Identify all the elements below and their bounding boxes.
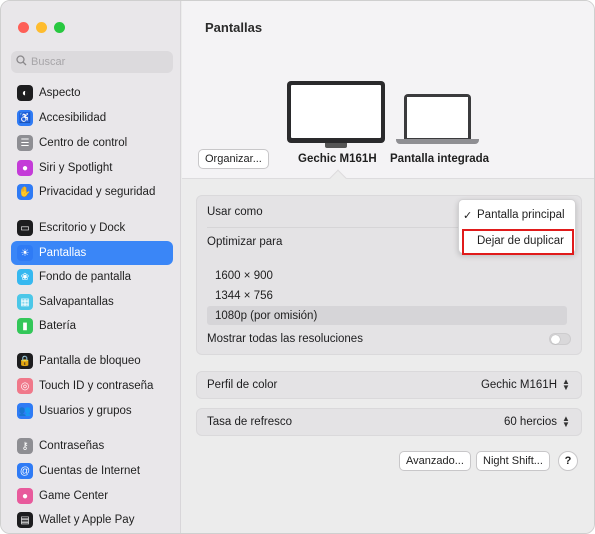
users-icon: 👥: [17, 403, 33, 419]
sidebar-item[interactable]: ♿ Accesibilidad: [11, 106, 173, 130]
optimize-for-label: Optimizar para: [207, 236, 283, 248]
sidebar-item[interactable]: ▤ Wallet y Apple Pay: [11, 508, 173, 532]
red-highlight-annotation: [462, 229, 574, 255]
laptop-display-thumbnail[interactable]: [404, 94, 471, 139]
sidebar-item[interactable]: 🔒 Pantalla de bloqueo: [11, 349, 173, 373]
refresh-rate-row: Tasa de refresco 60 hercios ▲ ▼: [207, 410, 571, 434]
show-all-resolutions-toggle[interactable]: [549, 333, 571, 345]
fingerprint-icon: ◎: [17, 378, 33, 394]
advanced-button[interactable]: Avanzado...: [399, 451, 471, 471]
sidebar-item[interactable]: ✋ Privacidad y seguridad: [11, 180, 173, 204]
settings-window: ◐ Aspecto ♿ Accesibilidad ☰ Centro de control…: [0, 0, 595, 534]
sidebar-item-label: Contraseñas: [39, 440, 105, 452]
night-shift-button[interactable]: Night Shift...: [476, 451, 550, 471]
menu-item-pantalla-principal[interactable]: ✓ Pantalla principal: [459, 204, 575, 226]
sidebar-item[interactable]: ▦ Salvapantallas: [11, 290, 173, 314]
sidebar-item-label: Centro de control: [39, 137, 128, 149]
sidebar-item[interactable]: ◎ Touch ID y contraseña: [11, 374, 173, 398]
displays-icon: ☀: [17, 245, 33, 261]
sidebar-item-label: Batería: [39, 320, 77, 332]
laptop-base: [396, 139, 479, 144]
close-window-button[interactable]: [18, 22, 29, 33]
refresh-rate-panel: Tasa de refresco 60 hercios ▲ ▼: [196, 408, 582, 436]
at-sign-icon: @: [17, 463, 33, 479]
privacy-hand-icon: ✋: [17, 184, 33, 200]
color-profile-row: Perfil de color Gechic M161H ▲ ▼: [207, 373, 571, 397]
chevron-up-down-icon: ▲ ▼: [562, 377, 570, 392]
sidebar-item-label: Touch ID y contraseña: [39, 380, 154, 392]
sidebar-item-label: Siri y Spotlight: [39, 162, 113, 174]
appearance-icon: ◐: [17, 85, 33, 101]
sidebar-item[interactable]: 👥 Usuarios y grupos: [11, 399, 173, 423]
monitor-display-thumbnail[interactable]: [287, 81, 385, 143]
sidebar-item-label: Game Center: [39, 490, 109, 502]
search-input[interactable]: [31, 56, 161, 68]
menu-item-label: Pantalla principal: [477, 209, 565, 221]
accessibility-icon: ♿: [17, 110, 33, 126]
sidebar-item[interactable]: ☰ Centro de control: [11, 131, 173, 155]
color-profile-popup[interactable]: Gechic M161H ▲ ▼: [480, 377, 571, 392]
sidebar-item-label: Escritorio y Dock: [39, 222, 126, 234]
checkmark-icon: ✓: [463, 209, 473, 222]
resolution-option[interactable]: 1600 × 900: [207, 266, 567, 285]
sidebar-item[interactable]: ● Game Center: [11, 484, 173, 508]
sidebar-item[interactable]: ⚷ Contraseñas: [11, 434, 173, 458]
help-button[interactable]: ?: [558, 451, 578, 471]
lock-screen-icon: 🔒: [17, 353, 33, 369]
sidebar: ◐ Aspecto ♿ Accesibilidad ☰ Centro de control…: [1, 1, 181, 533]
search-icon: [16, 55, 27, 69]
display-label-external[interactable]: Gechic M161H: [298, 153, 377, 165]
sidebar-item[interactable]: ● Siri y Spotlight: [11, 156, 173, 180]
key-icon: ⚷: [17, 438, 33, 454]
use-as-label: Usar como: [207, 206, 263, 218]
game-center-icon: ●: [17, 488, 33, 504]
wallpaper-icon: ❀: [17, 269, 33, 285]
show-all-resolutions-row: Mostrar todas las resoluciones: [207, 327, 571, 351]
zoom-window-button[interactable]: [54, 22, 65, 33]
control-center-icon: ☰: [17, 135, 33, 151]
color-profile-value: Gechic M161H: [480, 379, 557, 391]
main-content: Pantallas Organizar... Gechic M161H Pant…: [182, 1, 594, 533]
resolution-option[interactable]: 1344 × 756: [207, 286, 567, 305]
sidebar-item[interactable]: ◐ Aspecto: [11, 81, 173, 105]
color-profile-panel: Perfil de color Gechic M161H ▲ ▼: [196, 371, 582, 399]
sidebar-item-label: Pantalla de bloqueo: [39, 355, 141, 367]
sidebar-item-label: Usuarios y grupos: [39, 405, 132, 417]
sidebar-item[interactable]: ☀ Pantallas: [11, 241, 173, 265]
sidebar-item-label: Wallet y Apple Pay: [39, 514, 135, 526]
search-field[interactable]: [11, 51, 173, 73]
refresh-rate-value: 60 hercios: [503, 416, 557, 428]
sidebar-item[interactable]: @ Cuentas de Internet: [11, 459, 173, 483]
screensaver-icon: ▦: [17, 294, 33, 310]
resolution-option-selected[interactable]: 1080p (por omisión): [207, 306, 567, 325]
wallet-icon: ▤: [17, 512, 33, 528]
refresh-rate-label: Tasa de refresco: [207, 416, 293, 428]
sidebar-item-label: Cuentas de Internet: [39, 465, 141, 477]
sidebar-item-label: Privacidad y seguridad: [39, 186, 156, 198]
sidebar-item-label: Accesibilidad: [39, 112, 107, 124]
chevron-up-down-icon: ▲ ▼: [562, 414, 570, 429]
desktop-dock-icon: ▭: [17, 220, 33, 236]
color-profile-label: Perfil de color: [207, 379, 278, 391]
sidebar-item-label: Fondo de pantalla: [39, 271, 132, 283]
page-title: Pantallas: [205, 20, 263, 35]
siri-icon: ●: [17, 160, 33, 176]
sidebar-item-label: Aspecto: [39, 87, 81, 99]
display-label-builtin[interactable]: Pantalla integrada: [390, 153, 489, 165]
monitor-stand: [325, 143, 347, 148]
sidebar-item[interactable]: ❀ Fondo de pantalla: [11, 265, 173, 289]
sidebar-item-label: Pantallas: [39, 247, 87, 259]
organize-button[interactable]: Organizar...: [198, 149, 269, 169]
battery-icon: ▮: [17, 318, 33, 334]
show-all-resolutions-label: Mostrar todas las resoluciones: [207, 333, 363, 345]
sidebar-item[interactable]: ▮ Batería: [11, 314, 173, 338]
sidebar-item[interactable]: ▭ Escritorio y Dock: [11, 216, 173, 240]
displays-arrangement-area: Pantallas Organizar... Gechic M161H Pant…: [182, 1, 594, 179]
sidebar-item-label: Salvapantallas: [39, 296, 114, 308]
minimize-window-button[interactable]: [36, 22, 47, 33]
refresh-rate-popup[interactable]: 60 hercios ▲ ▼: [503, 414, 571, 429]
